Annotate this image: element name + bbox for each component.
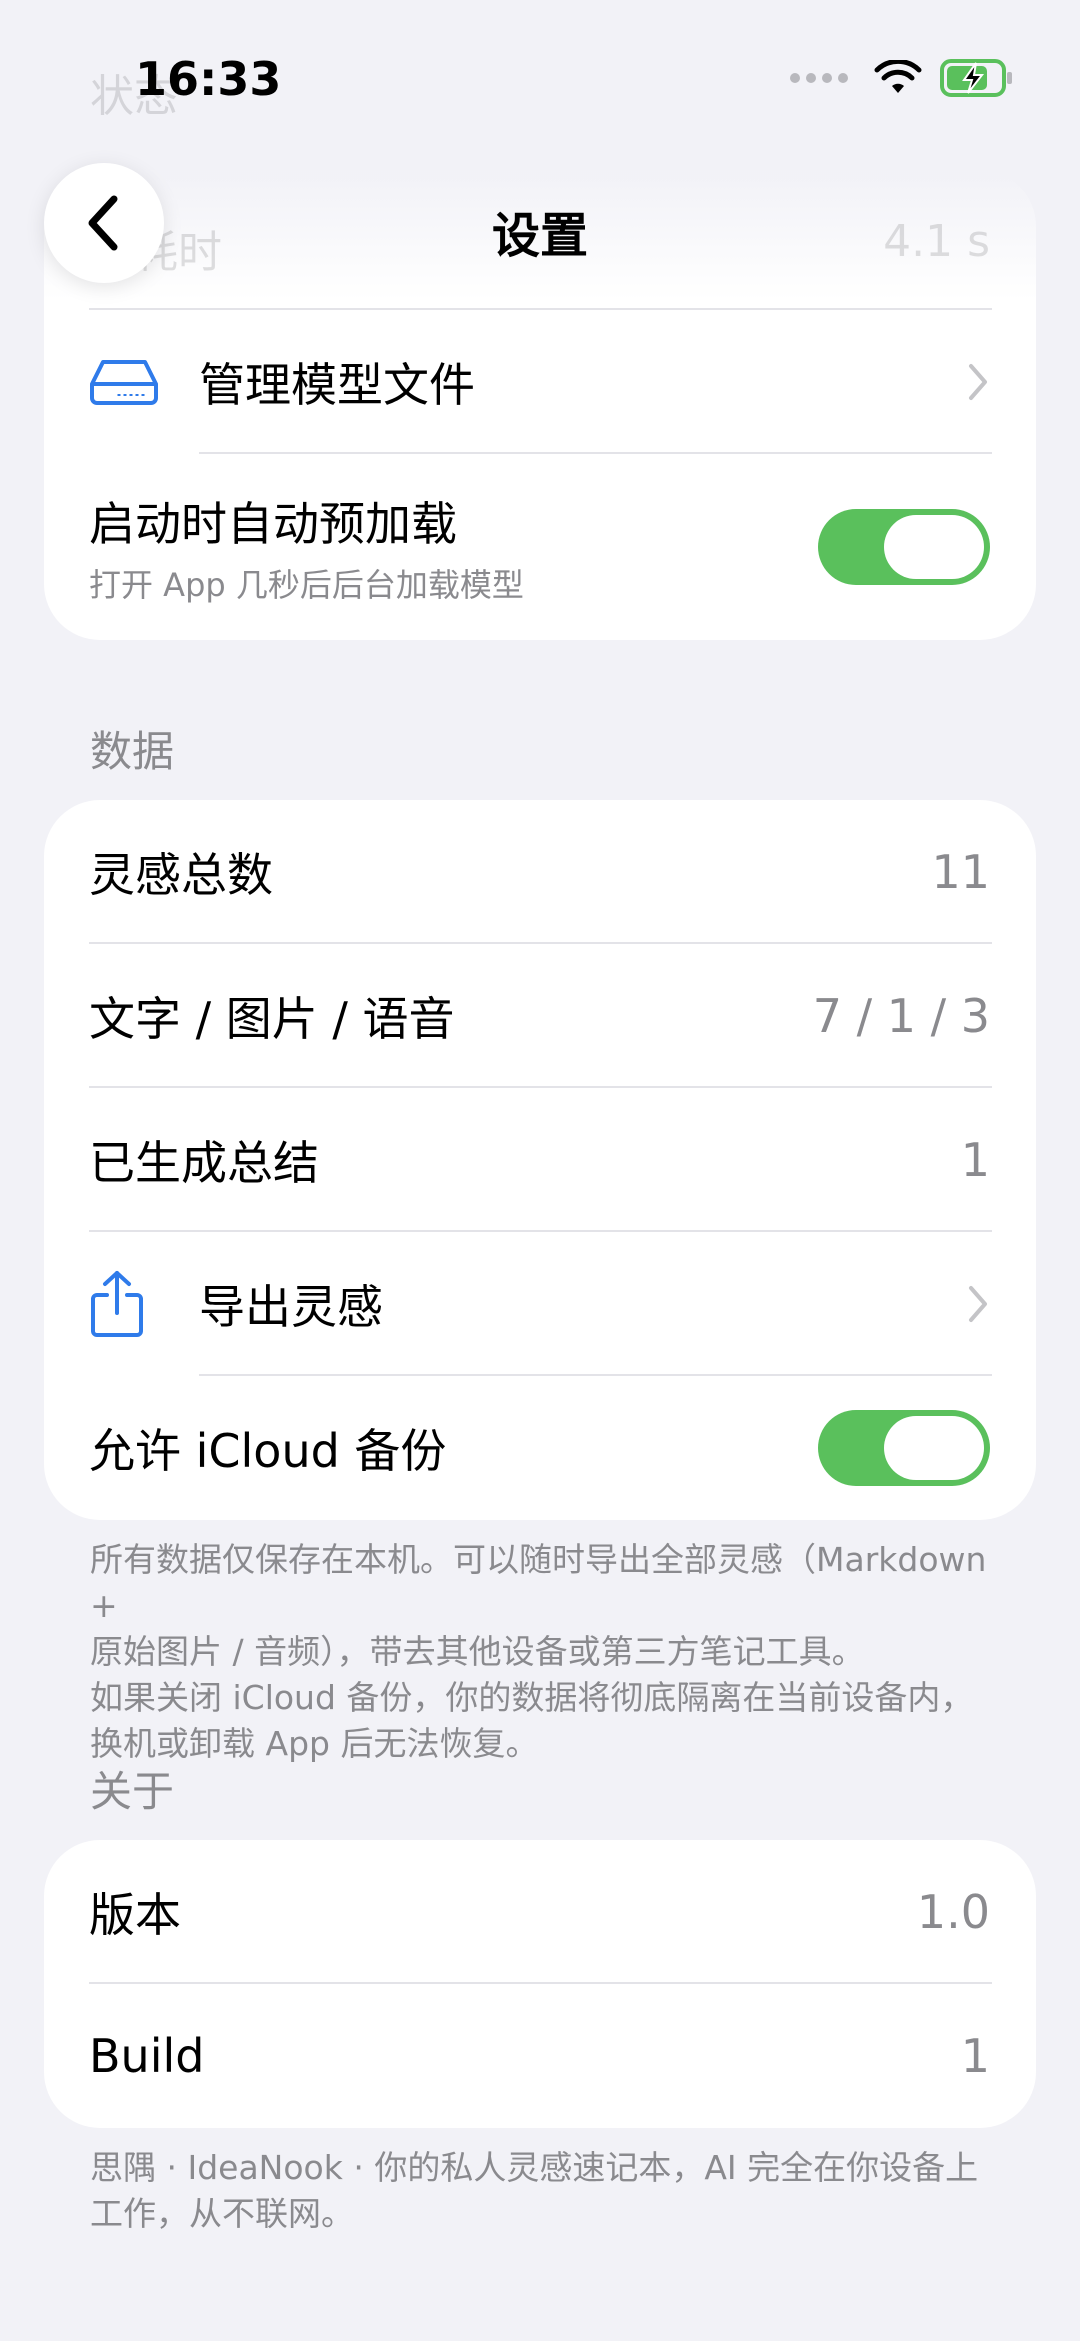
export-row[interactable]: 导出灵感	[44, 1232, 1036, 1376]
row-label: Build	[89, 2029, 205, 2083]
status-time: 16:33	[135, 52, 282, 106]
row-value: 11	[931, 845, 990, 899]
data-footnote: 所有数据仅保存在本机。可以随时导出全部灵感（Markdown + 原始图片 / …	[90, 1537, 1010, 1767]
chevron-right-icon	[969, 1286, 987, 1322]
share-icon	[89, 1269, 199, 1339]
icloud-toggle[interactable]	[818, 1410, 990, 1486]
data-row-total: 灵感总数 11	[44, 800, 1036, 944]
export-label: 导出灵感	[199, 1280, 383, 1334]
row-value: 1	[960, 1133, 990, 1187]
data-card: 灵感总数 11 文字 / 图片 / 语音 7 / 1 / 3 已生成总结 1 导…	[44, 800, 1036, 1520]
chevron-right-icon	[969, 364, 987, 400]
footnote-line: 原始图片 / 音频），带去其他设备或第三方笔记工具。	[90, 1632, 865, 1671]
about-card: 版本 1.0 Build 1	[44, 1840, 1036, 2128]
toggle-knob	[884, 515, 984, 579]
row-value: 1	[960, 2029, 990, 2083]
manage-models-label: 管理模型文件	[199, 358, 475, 412]
preload-toggle[interactable]	[818, 509, 990, 585]
row-label: 灵感总数	[89, 848, 273, 902]
section-header-about: 关于	[90, 1767, 175, 1816]
footnote-line: 如果关闭 iCloud 备份，你的数据将彻底隔离在当前设备内，	[90, 1678, 974, 1717]
preload-sublabel: 打开 App 几秒后后台加载模型	[89, 566, 524, 604]
wifi-icon	[874, 60, 922, 93]
drive-icon	[89, 358, 199, 406]
manage-models-row[interactable]: 管理模型文件	[44, 310, 1036, 454]
preload-row: 启动时自动预加载 打开 App 几秒后后台加载模型	[44, 454, 1036, 640]
footnote-line: 思隅 · IdeaNook · 你的私人灵感速记本，AI 完全在你设备上	[90, 2148, 979, 2187]
icloud-row: 允许 iCloud 备份	[44, 1376, 1036, 1520]
footnote-line: 所有数据仅保存在本机。可以随时导出全部灵感（Markdown +	[90, 1540, 987, 1625]
toggle-knob	[884, 1416, 984, 1480]
about-row-build: Build 1	[44, 1984, 1036, 2128]
section-header-data: 数据	[90, 727, 175, 776]
footnote-line: 工作，从不联网。	[90, 2194, 354, 2233]
about-row-version: 版本 1.0	[44, 1840, 1036, 1984]
cellular-signal-icon	[790, 73, 848, 83]
preload-label: 启动时自动预加载	[89, 497, 457, 551]
row-value: 1.0	[916, 1885, 990, 1939]
row-value: 7 / 1 / 3	[812, 989, 990, 1043]
row-label: 已生成总结	[89, 1136, 319, 1190]
data-row-types: 文字 / 图片 / 语音 7 / 1 / 3	[44, 944, 1036, 1088]
battery-charging-icon	[940, 59, 1012, 97]
row-label: 文字 / 图片 / 语音	[89, 992, 455, 1046]
icloud-label: 允许 iCloud 备份	[89, 1424, 447, 1478]
about-footnote: 思隅 · IdeaNook · 你的私人灵感速记本，AI 完全在你设备上 工作，…	[90, 2145, 1010, 2237]
data-row-summaries: 已生成总结 1	[44, 1088, 1036, 1232]
footnote-line: 换机或卸载 App 后无法恢复。	[90, 1724, 539, 1763]
row-label: 版本	[89, 1888, 181, 1942]
status-icons	[790, 58, 1014, 98]
page-title: 设置	[491, 208, 588, 264]
